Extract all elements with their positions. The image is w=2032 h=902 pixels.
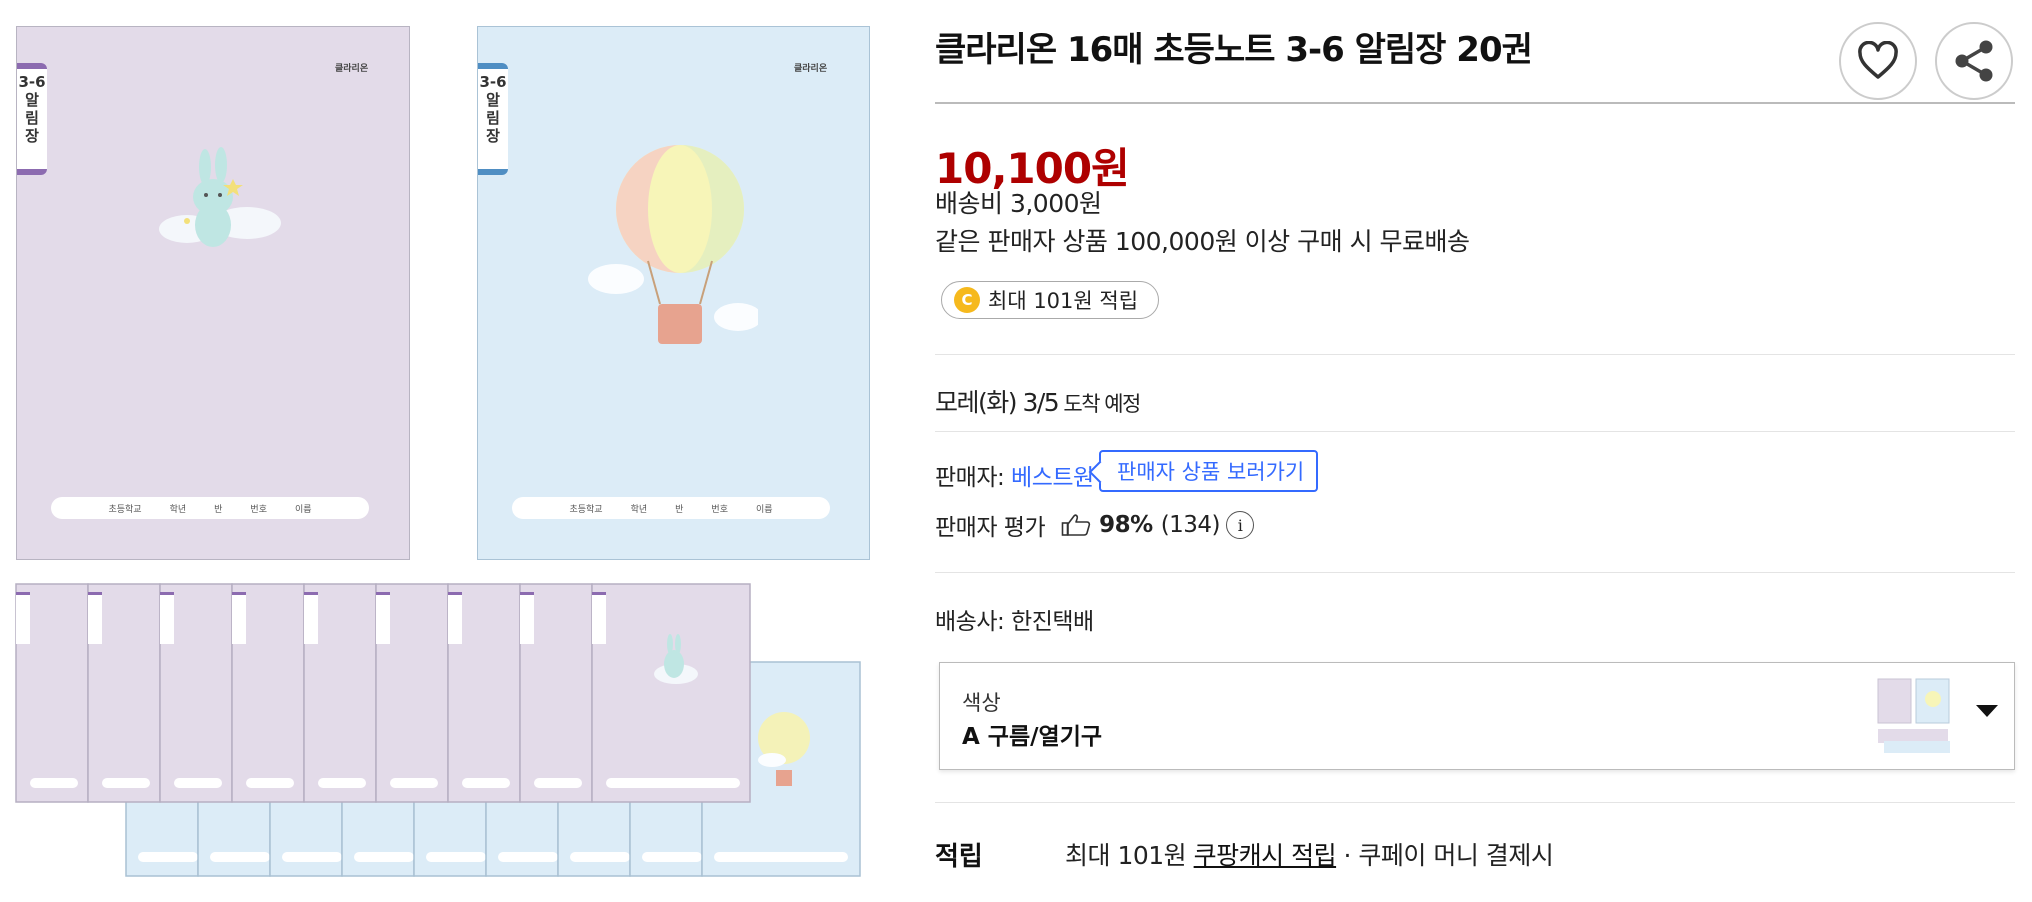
reward-suffix: · 쿠페이 머니 결제시 [1336, 841, 1554, 870]
shipping-fee: 배송비 3,000원 [935, 189, 1102, 218]
wishlist-button[interactable] [1839, 22, 1917, 100]
notebook-spine-label: 3-6 알 림 장 [17, 63, 47, 175]
stack-purple-notebook [591, 583, 751, 803]
divider [935, 354, 2015, 355]
share-icon [1955, 40, 1993, 82]
reward-label: 적립 [935, 842, 983, 872]
nameplate-field: 번호 [250, 504, 267, 515]
delivery-suffix: 도착 예정 [1058, 392, 1141, 416]
view-seller-products-button[interactable]: 판매자 상품 보러가기 [1099, 450, 1319, 492]
spine-char: 장 [486, 127, 500, 145]
divider [935, 431, 2015, 432]
stack-purple-notebook [303, 583, 377, 803]
delivery-date: 모레(화) 3/5 [935, 388, 1060, 417]
share-button[interactable] [1935, 22, 2013, 100]
delivery-estimate: 모레(화) 3/5 도착 예정 [935, 383, 1141, 419]
nameplate-field: 초등학교 [569, 504, 603, 515]
stack-purple-notebook [159, 583, 233, 803]
nameplate-field: 학년 [630, 504, 648, 515]
brand-logo: 클라리온 [335, 64, 369, 74]
coin-icon: C [954, 287, 980, 313]
spine-grade: 3-6 [479, 73, 507, 91]
rabbit-cloud-illustration [159, 147, 281, 247]
option-label: 색상 [962, 691, 1001, 715]
notebook-spine-label: 3-6 알 림 장 [478, 63, 508, 175]
heart-icon [1858, 41, 1898, 79]
stack-purple-notebook [87, 583, 161, 803]
product-info-panel: 클라리온 16매 초등노트 3-6 알림장 20권 10,100원 배송비 3,… [935, 0, 2015, 902]
spine-grade: 3-6 [18, 73, 46, 91]
nameplate-field: 이름 [755, 504, 773, 515]
free-shipping-condition: 같은 판매자 상품 100,000원 이상 구매 시 무료배송 [935, 227, 1470, 256]
stack-purple-notebook [15, 583, 89, 803]
nameplate-field: 초등학교 [108, 504, 142, 515]
option-selected-value: A 구름/열기구 [962, 724, 1103, 750]
stack-purple-notebook [519, 583, 593, 803]
seller-rating-count: (134) [1160, 512, 1221, 538]
nameplate-field: 반 [214, 504, 223, 515]
coupang-cash-link[interactable]: 쿠팡캐시 적립 [1194, 841, 1337, 870]
stack-purple-notebook [375, 583, 449, 803]
cash-reward-text: 최대 101원 적립 [988, 289, 1139, 313]
notebook-nameplate: 초등학교 학년 반 번호 이름 [51, 497, 369, 519]
courier-info: 배송사: 한진택배 [935, 609, 1094, 635]
info-icon[interactable]: i [1226, 511, 1255, 539]
spine-char: 림 [25, 109, 39, 127]
option-thumbnail [1877, 678, 1950, 753]
title-divider [935, 102, 2015, 104]
brand-logo: 클라리온 [794, 64, 828, 74]
hot-air-balloon-illustration [588, 145, 758, 344]
nameplate-field: 번호 [711, 504, 728, 515]
chevron-down-icon [1976, 705, 1998, 717]
cash-reward-badge: C 최대 101원 적립 [941, 281, 1160, 319]
product-title: 클라리온 16매 초등노트 3-6 알림장 20권 [935, 30, 1533, 70]
reward-prefix: 최대 101원 [1065, 841, 1194, 870]
product-image-gallery: 3-6 알 림 장 클라리온 초등학교 학년 반 번호 이름 3-6 알 림 장… [0, 0, 880, 902]
seller-row: 판매자: 베스트원 [935, 458, 1094, 492]
spine-char: 림 [486, 109, 500, 127]
spine-char: 장 [25, 127, 39, 145]
thumbs-up-icon [1061, 514, 1091, 536]
divider [935, 572, 2015, 573]
nameplate-field: 반 [675, 504, 684, 515]
stack-purple-notebook [231, 583, 305, 803]
nameplate-field: 이름 [294, 504, 312, 515]
seller-rating-percent: 98% [1099, 512, 1153, 538]
product-image-notebook-stack[interactable] [14, 582, 870, 882]
seller-rating-row: 판매자 평가 98% (134) i [935, 508, 1255, 542]
nameplate-field: 학년 [169, 504, 187, 515]
reward-description: 최대 101원 쿠팡캐시 적립 · 쿠페이 머니 결제시 [1065, 836, 1554, 872]
color-option-select[interactable]: 색상 A 구름/열기구 [939, 662, 2015, 770]
divider [935, 802, 2015, 803]
seller-name-link[interactable]: 베스트원 [1011, 465, 1094, 491]
notebook-nameplate: 초등학교 학년 반 번호 이름 [512, 497, 830, 519]
seller-rating-label: 판매자 평가 [935, 515, 1046, 541]
spine-char: 알 [25, 91, 39, 109]
product-image-blue-notebook[interactable]: 3-6 알 림 장 클라리온 초등학교 학년 반 번호 이름 [477, 26, 870, 560]
spine-char: 알 [486, 91, 500, 109]
seller-label: 판매자: [935, 465, 1005, 491]
product-image-purple-notebook[interactable]: 3-6 알 림 장 클라리온 초등학교 학년 반 번호 이름 [16, 26, 410, 560]
stack-purple-notebook [447, 583, 521, 803]
